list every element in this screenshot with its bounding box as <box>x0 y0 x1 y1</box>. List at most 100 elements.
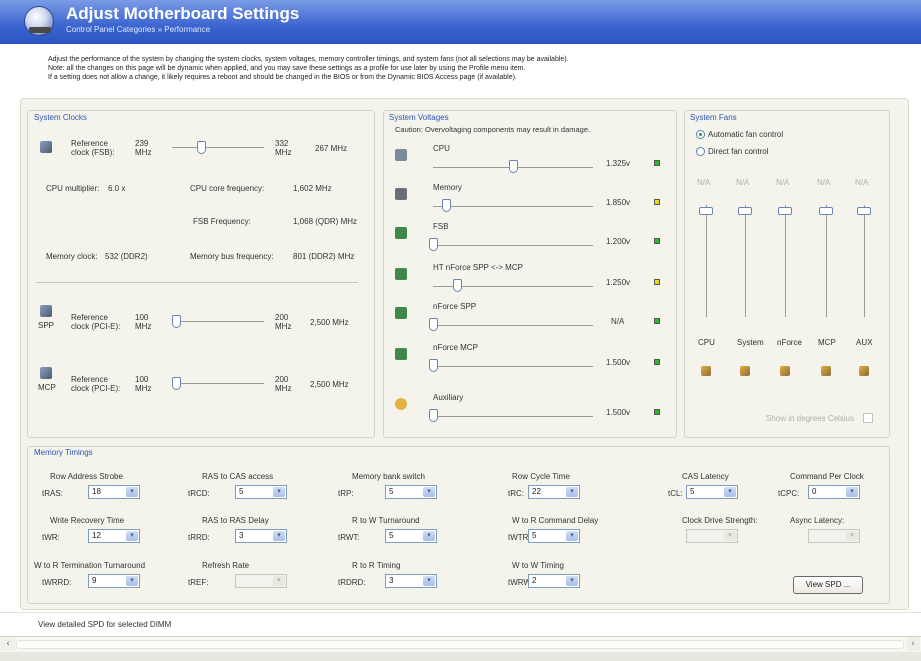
system-fans-group <box>684 110 890 438</box>
voltage-status-led <box>654 238 660 244</box>
cpu-core-value: 1,602 MHz <box>293 184 332 193</box>
chevron-down-icon[interactable]: ▾ <box>126 576 138 586</box>
memory-bus-label: Memory bus frequency: <box>190 252 274 261</box>
timing-select[interactable]: ▾ <box>686 529 738 543</box>
scroll-left-icon[interactable]: ‹ <box>1 637 15 651</box>
timing-select[interactable]: 5 ▾ <box>385 485 437 499</box>
chevron-down-icon[interactable]: ▾ <box>423 576 435 586</box>
voltage-component-icon <box>395 398 407 410</box>
fan-speed-value: N/A <box>817 178 831 187</box>
breadcrumb[interactable]: Control Panel Categories » Performance <box>66 25 210 34</box>
timing-abbr: tRCD: <box>188 489 210 498</box>
spp-slider-track[interactable] <box>172 321 264 322</box>
direct-fan-radio[interactable] <box>696 147 705 156</box>
voltage-slider-thumb[interactable] <box>429 238 438 251</box>
voltage-component-icon <box>395 268 407 280</box>
voltage-component-icon <box>395 307 407 319</box>
timing-select[interactable]: 2 ▾ <box>528 574 580 588</box>
timing-select[interactable]: 12 ▾ <box>88 529 140 543</box>
chevron-down-icon[interactable]: ▾ <box>566 576 578 586</box>
voltage-slider-track[interactable] <box>433 366 593 367</box>
fan-slider-thumb[interactable] <box>857 207 871 215</box>
timing-abbr: tCPC: <box>778 489 800 498</box>
mcp-min: 100 MHz <box>135 375 152 393</box>
scroll-thumb[interactable] <box>16 640 904 649</box>
chevron-down-icon[interactable]: ▾ <box>273 531 285 541</box>
spp-slider-thumb[interactable] <box>172 315 181 328</box>
celsius-checkbox[interactable] <box>863 413 873 423</box>
chevron-down-icon[interactable]: ▾ <box>423 531 435 541</box>
timing-select[interactable]: 3 ▾ <box>385 574 437 588</box>
view-spd-button[interactable]: View SPD ... <box>793 576 863 594</box>
timing-select[interactable]: 3 ▾ <box>235 529 287 543</box>
timing-select-value: 5 <box>239 487 244 496</box>
fsb-slider-thumb[interactable] <box>197 141 206 154</box>
fan-icon <box>780 366 790 376</box>
fan-slider-track[interactable] <box>826 205 827 317</box>
fsb-slider-track[interactable] <box>172 147 264 148</box>
voltage-slider-track[interactable] <box>433 325 593 326</box>
celsius-label: Show in degrees Celsius <box>766 414 855 423</box>
timing-title: Row Cycle Time <box>512 472 570 481</box>
timing-select[interactable]: 9 ▾ <box>88 574 140 588</box>
chevron-down-icon[interactable]: ▾ <box>724 487 736 497</box>
mcp-slider-track[interactable] <box>172 383 264 384</box>
chevron-down-icon[interactable]: ▾ <box>273 576 285 586</box>
timing-select[interactable]: 5 ▾ <box>235 485 287 499</box>
timing-select[interactable]: 5 ▾ <box>686 485 738 499</box>
fan-slider-thumb[interactable] <box>699 207 713 215</box>
voltage-slider-track[interactable] <box>433 416 593 417</box>
caution-text: Caution: Overvoltaging components may re… <box>395 125 591 134</box>
spp-value: 2,500 MHz <box>310 318 349 327</box>
chevron-down-icon[interactable]: ▾ <box>423 487 435 497</box>
voltage-slider-thumb[interactable] <box>509 160 518 173</box>
voltage-slider-thumb[interactable] <box>429 359 438 372</box>
chevron-down-icon[interactable]: ▾ <box>846 531 858 541</box>
auto-fan-radio[interactable] <box>696 130 705 139</box>
spp-max: 200 MHz <box>275 313 292 331</box>
timing-title: Memory bank switch <box>352 472 425 481</box>
timing-select[interactable]: 5 ▾ <box>385 529 437 543</box>
fan-label: AUX <box>856 338 873 347</box>
timing-select[interactable]: ▾ <box>235 574 287 588</box>
chevron-down-icon[interactable]: ▾ <box>126 531 138 541</box>
chevron-down-icon[interactable]: ▾ <box>846 487 858 497</box>
scroll-right-icon[interactable]: › <box>906 637 920 651</box>
timing-select[interactable]: 0 ▾ <box>808 485 860 499</box>
mcp-slider-thumb[interactable] <box>172 377 181 390</box>
voltage-label: CPU <box>433 144 450 153</box>
fan-slider-track[interactable] <box>745 205 746 317</box>
fan-slider-track[interactable] <box>864 205 865 317</box>
description-line: Adjust the performance of the system by … <box>48 56 569 63</box>
timing-select[interactable]: 18 ▾ <box>88 485 140 499</box>
voltage-component-icon <box>395 348 407 360</box>
timing-title: RAS to RAS Delay <box>202 516 269 525</box>
voltage-value: 1.325v <box>606 159 631 168</box>
fan-slider-track[interactable] <box>785 205 786 317</box>
voltage-slider-thumb[interactable] <box>429 318 438 331</box>
chevron-down-icon[interactable]: ▾ <box>126 487 138 497</box>
timing-select[interactable]: ▾ <box>808 529 860 543</box>
fsb-label: Reference clock (FSB): <box>71 139 115 157</box>
chevron-down-icon[interactable]: ▾ <box>273 487 285 497</box>
memory-timings-title: Memory Timings <box>34 448 93 457</box>
timing-select[interactable]: 22 ▾ <box>528 485 580 499</box>
voltage-slider-thumb[interactable] <box>453 279 462 292</box>
timing-select-value: 22 <box>532 487 541 496</box>
timing-abbr: tCL: <box>668 489 683 498</box>
voltage-slider-track[interactable] <box>433 245 593 246</box>
fan-slider-thumb[interactable] <box>738 207 752 215</box>
chevron-down-icon[interactable]: ▾ <box>566 487 578 497</box>
timing-select[interactable]: 5 ▾ <box>528 529 580 543</box>
chevron-down-icon[interactable]: ▾ <box>724 531 736 541</box>
voltage-slider-thumb[interactable] <box>441 199 451 212</box>
fan-slider-thumb[interactable] <box>778 207 792 215</box>
fan-slider-thumb[interactable] <box>819 207 833 215</box>
description-line: If a setting does not allow a change, it… <box>48 74 517 81</box>
voltage-slider-track[interactable] <box>433 206 593 207</box>
chevron-down-icon[interactable]: ▾ <box>566 531 578 541</box>
voltage-slider-thumb[interactable] <box>429 409 438 422</box>
fan-label: CPU <box>698 338 715 347</box>
timing-abbr: tRC: <box>508 489 524 498</box>
fan-slider-track[interactable] <box>706 205 707 317</box>
